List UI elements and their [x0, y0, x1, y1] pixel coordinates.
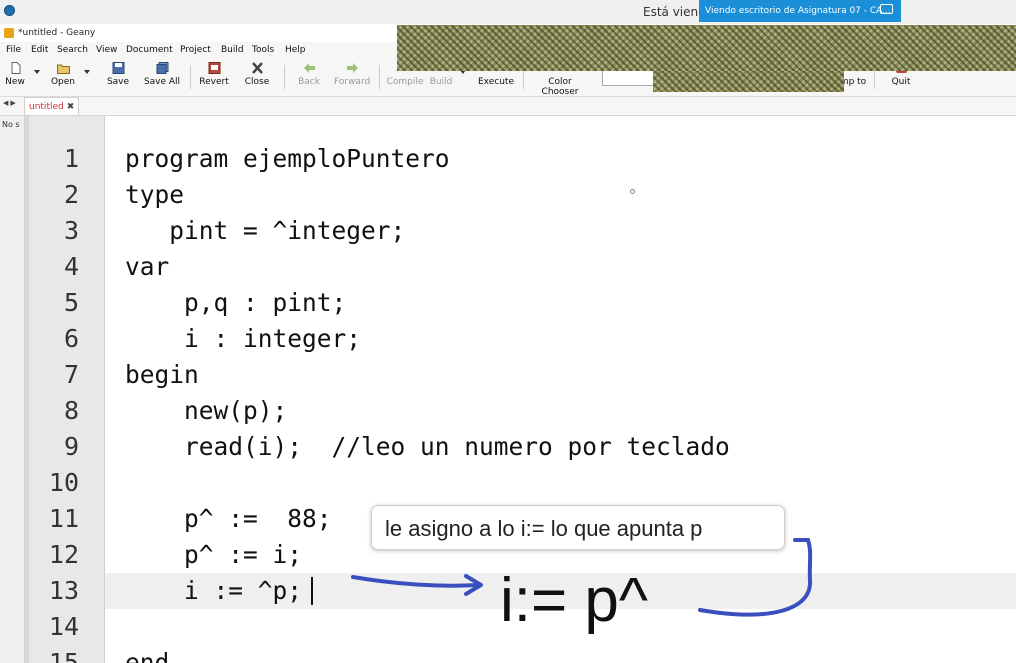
line-number: 8	[63, 396, 79, 425]
line-number: 12	[48, 540, 79, 569]
menu-help[interactable]: Help	[285, 42, 306, 58]
code-line[interactable]: p,q : pint;	[125, 285, 346, 321]
line-number: 11	[48, 504, 79, 533]
line-number: 13	[48, 576, 79, 605]
close-tab-icon[interactable]: ✖	[67, 102, 75, 112]
tab-label: untitled	[29, 102, 64, 112]
new-label: New	[5, 77, 25, 87]
open-dropdown-icon[interactable]	[84, 70, 90, 74]
open-label: Open	[50, 77, 76, 87]
text-caret	[311, 577, 313, 605]
new-dropdown-icon[interactable]	[34, 70, 40, 74]
code-line[interactable]: i : integer;	[125, 321, 361, 357]
open-button[interactable]: Open	[50, 62, 76, 87]
revert-button[interactable]: Revert	[199, 62, 229, 87]
arrow-right-icon	[346, 62, 359, 74]
code-line[interactable]: end.	[125, 645, 184, 663]
toolbar-separator	[284, 65, 285, 89]
close-label: Close	[244, 77, 270, 87]
share-status-text: Está viendo	[643, 5, 703, 19]
code-line[interactable]: begin	[125, 357, 199, 393]
code-line[interactable]: program ejemploPuntero	[125, 141, 450, 177]
compile-label: Compile	[386, 77, 424, 87]
save-all-label: Save All	[143, 77, 181, 87]
code-line[interactable]: read(i); //leo un numero por teclado	[125, 429, 730, 465]
line-number: 4	[63, 252, 79, 281]
line-number: 1	[63, 144, 79, 173]
code-line[interactable]: type	[125, 177, 184, 213]
save-label: Save	[106, 77, 130, 87]
forward-button[interactable]: Forward	[334, 62, 370, 87]
redacted-area	[653, 71, 844, 92]
share-badge[interactable]: Viendo escritorio de Asignatura 07 - CA.…	[699, 0, 901, 22]
menu-search[interactable]: Search	[57, 42, 88, 58]
back-label: Back	[298, 77, 320, 87]
share-badge-label: Viendo escritorio de Asignatura 07 - CA.…	[705, 6, 891, 16]
menu-project[interactable]: Project	[180, 42, 211, 58]
save-icon	[112, 62, 125, 74]
revert-label: Revert	[199, 77, 229, 87]
open-folder-icon	[56, 62, 70, 74]
redacted-area	[397, 25, 1016, 71]
line-number: 9	[63, 432, 79, 461]
code-line[interactable]: pint = ^integer;	[125, 213, 405, 249]
tab-untitled[interactable]: untitled ✖	[24, 97, 80, 115]
new-file-icon	[9, 62, 22, 74]
sidebar-label: No s	[2, 120, 20, 129]
code-line[interactable]: var	[125, 249, 169, 285]
menu-file[interactable]: File	[6, 42, 21, 58]
save-button[interactable]: Save	[106, 62, 130, 87]
line-number: 5	[63, 288, 79, 317]
geany-logo-icon	[4, 28, 14, 38]
quit-label: Quit	[891, 77, 911, 87]
code-line[interactable]: new(p);	[125, 393, 287, 429]
color-chooser-label: Color Chooser	[541, 77, 579, 97]
stray-dot	[630, 189, 635, 194]
revert-icon	[208, 62, 221, 74]
forward-label: Forward	[334, 77, 371, 87]
arrow-left-icon	[303, 62, 316, 74]
save-all-icon	[156, 62, 169, 74]
line-number: 14	[48, 612, 79, 641]
line-number: 6	[63, 324, 79, 353]
save-all-button[interactable]: Save All	[143, 62, 181, 87]
annotation-note: le asigno a lo i:= lo que apunta p	[371, 505, 785, 550]
back-button[interactable]: Back	[296, 62, 322, 87]
menu-document[interactable]: Document	[126, 42, 173, 58]
build-label: Build	[429, 77, 453, 87]
toolbar-separator	[190, 65, 191, 89]
line-number: 2	[63, 180, 79, 209]
sidebar-panel: No s	[0, 116, 25, 663]
new-button[interactable]: New	[4, 62, 26, 87]
document-tab-bar: ◀▶ untitled ✖	[0, 97, 1016, 116]
monitor-icon	[880, 4, 893, 14]
execute-label: Execute	[478, 77, 514, 87]
menu-edit[interactable]: Edit	[31, 42, 48, 58]
menu-view[interactable]: View	[96, 42, 117, 58]
line-number: 7	[63, 360, 79, 389]
tab-scroll-arrows-icon[interactable]: ◀▶	[3, 99, 18, 107]
window-title: *untitled - Geany	[18, 28, 96, 38]
handwritten-annotation: i:= p^	[500, 566, 649, 635]
app-status-icon	[4, 5, 15, 16]
line-number: 3	[63, 216, 79, 245]
line-number-gutter: 1 2 3 4 5 6 7 8 9 10 11 12 13 14 15	[25, 116, 105, 663]
line-number: 10	[48, 468, 79, 497]
line-number: 15	[48, 648, 79, 663]
screen-share-bar: Está viendo Viendo escritorio de Asignat…	[0, 0, 1016, 25]
toolbar-separator	[379, 65, 380, 89]
menu-tools[interactable]: Tools	[252, 42, 274, 58]
close-button[interactable]: Close	[244, 62, 270, 87]
menu-build[interactable]: Build	[221, 42, 244, 58]
code-line[interactable]: p^ := i;	[125, 537, 302, 573]
close-icon	[251, 62, 264, 74]
code-line[interactable]: i := ^p;	[125, 573, 302, 609]
